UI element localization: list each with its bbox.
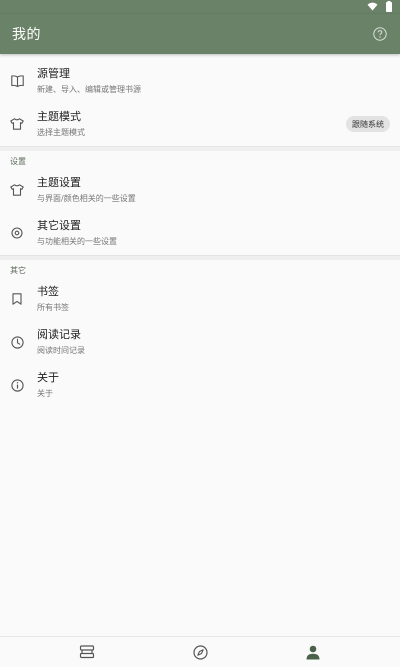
list-item-theme-mode[interactable]: 主题模式 选择主题模式 跟随系统	[0, 103, 400, 146]
item-title: 主题模式	[37, 110, 81, 123]
item-title: 关于	[37, 371, 59, 384]
theme-mode-chip[interactable]: 跟随系统	[346, 116, 390, 132]
status-bar	[0, 0, 400, 14]
nav-profile-button[interactable]	[305, 644, 321, 660]
nav-discover-button[interactable]	[192, 644, 208, 660]
tshirt-icon	[10, 117, 24, 131]
person-icon	[306, 645, 320, 660]
section-header-settings: 设置	[10, 157, 26, 166]
nav-bookshelf-button[interactable]	[79, 644, 95, 660]
item-title: 主题设置	[37, 176, 81, 189]
bookshelf-icon	[79, 645, 95, 659]
list-item-other-settings[interactable]: 其它设置 与功能相关的一些设置	[0, 212, 400, 255]
status-icons	[367, 1, 392, 12]
help-button[interactable]	[372, 26, 388, 42]
clock-icon	[10, 335, 24, 349]
info-icon	[10, 378, 24, 392]
list-item-about[interactable]: 关于 关于	[0, 364, 400, 407]
item-title: 其它设置	[37, 219, 81, 232]
list-item-theme-settings[interactable]: 主题设置 与界面/颜色相关的一些设置	[0, 169, 400, 212]
section-header-other: 其它	[10, 266, 26, 275]
settings-icon	[10, 226, 24, 240]
bookmark-icon	[10, 292, 24, 306]
list-item-bookmarks[interactable]: 书签 所有书签	[0, 278, 400, 321]
list-item-reading-record[interactable]: 阅读记录 阅读时间记录	[0, 321, 400, 364]
battery-icon	[386, 1, 392, 12]
tshirt-icon	[10, 183, 24, 197]
item-subtitle: 关于	[37, 389, 53, 398]
help-icon	[373, 27, 387, 41]
item-subtitle: 选择主题模式	[37, 128, 85, 137]
list-item-source-management[interactable]: 源管理 新建、导入、编辑或管理书源	[0, 60, 400, 103]
app-bar: 我的	[0, 14, 400, 54]
item-title: 书签	[37, 285, 59, 298]
item-title: 源管理	[37, 67, 70, 80]
item-subtitle: 所有书签	[37, 303, 69, 312]
compass-icon	[192, 644, 208, 660]
item-subtitle: 与功能相关的一些设置	[37, 237, 117, 246]
item-subtitle: 新建、导入、编辑或管理书源	[37, 85, 141, 94]
item-title: 阅读记录	[37, 328, 81, 341]
settings-list: 源管理 新建、导入、编辑或管理书源 主题模式 选择主题模式 跟随系统 设置 主题…	[0, 54, 400, 407]
book-open-icon	[10, 74, 24, 88]
item-subtitle: 与界面/颜色相关的一些设置	[37, 194, 136, 203]
page-title: 我的	[12, 27, 41, 43]
bottom-navigation	[0, 636, 400, 667]
wifi-icon	[367, 2, 378, 11]
item-subtitle: 阅读时间记录	[37, 346, 85, 355]
